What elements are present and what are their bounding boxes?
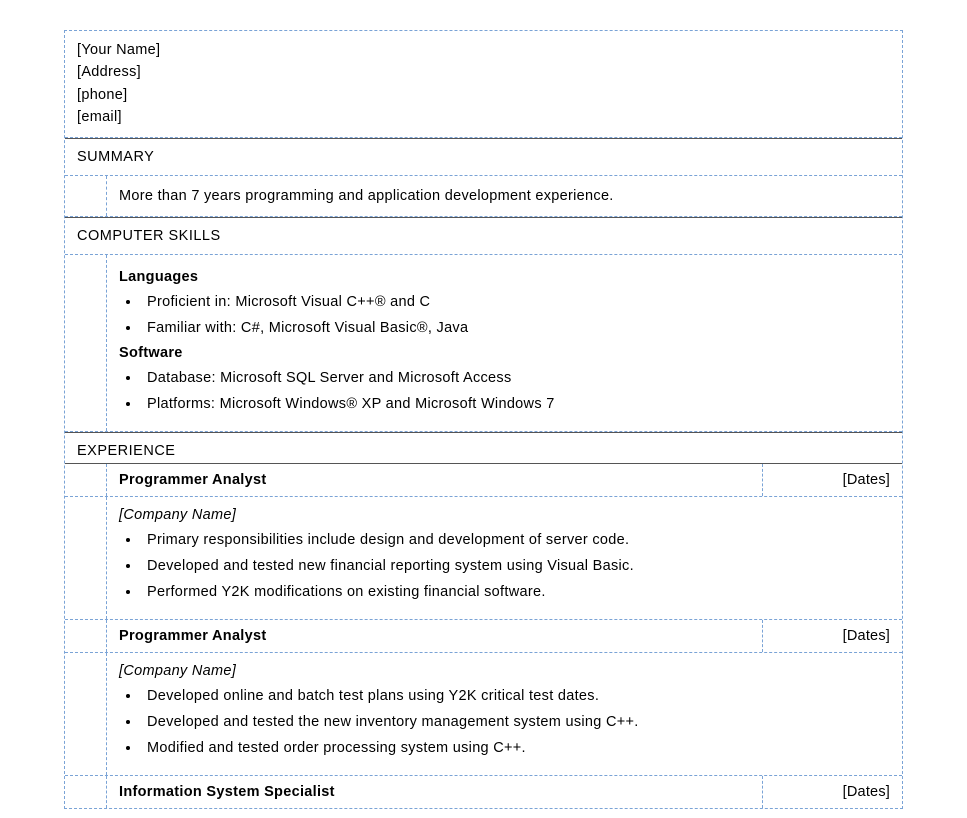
contact-address: [Address]	[77, 61, 890, 83]
company-name: [Company Name]	[119, 507, 890, 523]
job-dates: [Dates]	[762, 776, 902, 808]
spacer	[65, 653, 107, 775]
summary-text: More than 7 years programming and applic…	[107, 176, 902, 216]
job-title-row: Programmer Analyst [Dates]	[65, 619, 902, 652]
job-dates: [Dates]	[762, 620, 902, 652]
list-item: Modified and tested order processing sys…	[141, 735, 890, 761]
skills-header: COMPUTER SKILLS	[65, 217, 902, 254]
list-item: Proficient in: Microsoft Visual C++® and…	[141, 289, 890, 315]
experience-header-row: EXPERIENCE	[65, 431, 902, 464]
job-body-row: [Company Name] Primary responsibilities …	[65, 496, 902, 619]
company-name: [Company Name]	[119, 663, 890, 679]
spacer	[65, 776, 107, 808]
summary-header: SUMMARY	[65, 138, 902, 175]
list-item: Performed Y2K modifications on existing …	[141, 579, 890, 605]
job-title: Information System Specialist	[107, 776, 762, 808]
spacer	[65, 464, 107, 496]
job-title-row: Information System Specialist [Dates]	[65, 775, 902, 808]
spacer	[65, 255, 107, 431]
spacer	[65, 620, 107, 652]
job-title-row: Programmer Analyst [Dates]	[65, 464, 902, 496]
job-bullets: Primary responsibilities include design …	[119, 527, 890, 605]
job-title: Programmer Analyst	[107, 620, 762, 652]
languages-list: Proficient in: Microsoft Visual C++® and…	[119, 289, 890, 341]
software-subhead: Software	[119, 345, 890, 361]
contact-name: [Your Name]	[77, 39, 890, 61]
skills-content-row: Languages Proficient in: Microsoft Visua…	[65, 254, 902, 431]
contact-row: [Your Name] [Address] [phone] [email]	[65, 31, 902, 137]
resume-container: [Your Name] [Address] [phone] [email] SU…	[64, 30, 903, 809]
list-item: Platforms: Microsoft Windows® XP and Mic…	[141, 391, 890, 417]
languages-subhead: Languages	[119, 269, 890, 285]
software-list: Database: Microsoft SQL Server and Micro…	[119, 365, 890, 417]
job-bullets: Developed online and batch test plans us…	[119, 683, 890, 761]
summary-header-row: SUMMARY	[65, 137, 902, 175]
list-item: Database: Microsoft SQL Server and Micro…	[141, 365, 890, 391]
job-title: Programmer Analyst	[107, 464, 762, 496]
contact-phone: [phone]	[77, 84, 890, 106]
summary-content-row: More than 7 years programming and applic…	[65, 175, 902, 216]
experience-header: EXPERIENCE	[65, 432, 902, 464]
list-item: Developed and tested new financial repor…	[141, 553, 890, 579]
list-item: Developed online and batch test plans us…	[141, 683, 890, 709]
job-body-row: [Company Name] Developed online and batc…	[65, 652, 902, 775]
contact-email: [email]	[77, 106, 890, 128]
spacer	[65, 497, 107, 619]
skills-header-row: COMPUTER SKILLS	[65, 216, 902, 254]
list-item: Familiar with: C#, Microsoft Visual Basi…	[141, 315, 890, 341]
spacer	[65, 176, 107, 216]
list-item: Primary responsibilities include design …	[141, 527, 890, 553]
list-item: Developed and tested the new inventory m…	[141, 709, 890, 735]
job-dates: [Dates]	[762, 464, 902, 496]
